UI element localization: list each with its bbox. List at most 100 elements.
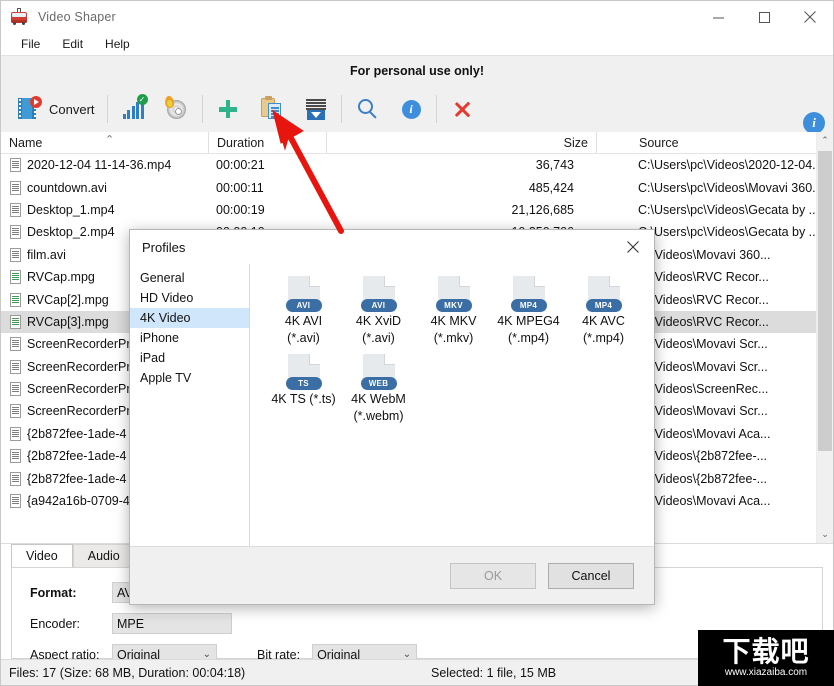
profiles-dialog-titlebar: Profiles [130,230,654,264]
column-header-source[interactable]: Source [596,132,816,154]
status-selected: Selected: 1 file, 15 MB [431,665,557,680]
profile-item[interactable]: MP4 4K MPEG4 (*.mp4) [491,276,566,346]
profiles-dialog: Profiles General HD Video 4K Video iPhone iP… [129,229,655,605]
file-name-label: ScreenRecorderPr [27,404,131,419]
profile-name: 4K XviD [355,314,402,328]
profile-file-icon: TS [266,354,341,390]
video-file-icon [10,359,21,374]
red-x-icon [449,96,475,122]
equalizer-bars-icon: ✓ [120,94,148,122]
cell-duration: 00:00:19 [216,202,265,217]
file-name-label: film.avi [27,247,66,262]
scroll-down-arrow-icon[interactable]: ⌄ [817,526,833,543]
paste-clipboard-button[interactable] [250,90,294,128]
video-file-icon [10,202,21,217]
profiles-dialog-body: General HD Video 4K Video iPhone iPad Apple T… [130,264,654,546]
profile-name: 4K WebM [351,392,406,406]
column-header-size[interactable]: Size [326,132,596,154]
convert-button[interactable]: Convert [7,90,104,128]
profile-item[interactable]: AVI 4K AVI (*.avi) [266,276,341,346]
table-row[interactable]: Desktop_1.mp4 00:00:19 21,126,685 C:\Users\… [1,199,816,221]
file-name-label: RVCap[3].mpg [27,314,109,329]
info-badge-icon[interactable]: i [803,112,825,134]
video-file-icon [10,449,21,464]
lines-dropdown-icon [303,96,329,122]
window-title: Video Shaper [38,10,116,24]
profile-name: 4K MKV [430,314,477,328]
burn-disc-button[interactable] [155,90,199,128]
remove-button[interactable] [440,90,484,128]
profile-item[interactable]: TS 4K TS (*.ts) [266,354,341,424]
column-header-name-label: Name [9,135,43,150]
table-row[interactable]: 2020-12-04 11-14-36.mp4 00:00:21 36,743 C:\… [1,154,816,176]
profile-category-general[interactable]: General [130,268,249,288]
profile-category-ipad[interactable]: iPad [130,348,249,368]
profile-category-4k-video[interactable]: 4K Video [130,308,249,328]
tab-video[interactable]: Video [11,544,73,567]
info-icon: i [398,96,424,122]
profile-extension: (*.mp4) [508,331,549,345]
profile-category-iphone[interactable]: iPhone [130,328,249,348]
file-name-label: 2020-12-04 11-14-36.mp4 [27,158,172,173]
file-name-label: {2b872fee-1ade-4 [27,471,127,486]
toolbar-separator [340,95,342,123]
profile-item[interactable]: MKV 4K MKV (*.mkv) [416,276,491,346]
profile-item[interactable]: WEB 4K WebM (*.webm) [341,354,416,424]
cell-name: Desktop_1.mp4 [1,202,208,217]
menu-item-edit[interactable]: Edit [52,35,93,53]
file-name-label: {2b872fee-1ade-4 [27,426,127,441]
video-file-icon [10,247,21,262]
menu-item-file[interactable]: File [11,35,50,53]
video-file-icon [10,404,21,419]
list-scrollbar[interactable]: ⌃ ⌄ [816,132,833,543]
cell-source: C:\Users\pc\Videos\2020-12-04... [638,158,816,173]
video-file-icon [10,314,21,329]
profiles-dialog-footer: OK Cancel [130,546,654,604]
profiles-close-icon[interactable] [612,230,654,264]
file-name-label: ScreenRecorderPr [27,382,131,397]
profile-category-apple-tv[interactable]: Apple TV [130,368,249,388]
tab-audio[interactable]: Audio [72,544,135,567]
maximize-button[interactable] [741,1,787,33]
scroll-up-arrow-icon[interactable]: ⌃ [817,132,833,149]
profile-grid: AVI 4K AVI (*.avi) AVI 4K XviD (*.avi) MKV 4K M… [250,264,654,546]
encode-settings-button[interactable]: ✓ [111,90,155,128]
table-row[interactable]: countdown.avi 00:00:11 485,424 C:\Users\pc\… [1,176,816,198]
column-header-name[interactable]: Name ⌃ [1,132,208,154]
ok-button[interactable]: OK [450,562,536,589]
profile-format-badge: TS [285,377,322,390]
profile-extension: (*.mp4) [583,331,624,345]
cancel-button[interactable]: Cancel [548,562,634,589]
video-file-icon [10,494,21,509]
info-button[interactable]: i [389,90,433,128]
video-file-icon [10,180,21,195]
profile-item[interactable]: MP4 4K AVC (*.mp4) [566,276,641,346]
profile-category-hd-video[interactable]: HD Video [130,288,249,308]
main-toolbar: Convert ✓ i [1,86,833,132]
video-file-icon [10,382,21,397]
file-name-label: Desktop_1.mp4 [27,202,115,217]
encoder-select[interactable]: MPE [112,613,232,634]
video-file-icon [10,426,21,441]
scrollbar-thumb[interactable] [818,151,832,451]
cell-size: 36,743 [535,158,574,173]
toolbar-separator [106,95,108,123]
cell-size: 21,126,685 [511,202,574,217]
profile-name: 4K AVI [284,314,323,328]
minimize-button[interactable] [695,1,741,33]
profile-item[interactable]: AVI 4K XviD (*.avi) [341,276,416,346]
close-button[interactable] [787,1,833,33]
file-name-label: countdown.avi [27,180,107,195]
select-profile-button[interactable] [294,90,338,128]
profile-extension: (*.avi) [362,331,395,345]
add-file-button[interactable] [206,90,250,128]
profile-format-badge: MP4 [585,299,622,312]
watermark-url: www.xiazaiba.com [724,667,808,678]
search-button[interactable] [345,90,389,128]
menu-item-help[interactable]: Help [95,35,140,53]
file-name-label: ScreenRecorderPr [27,337,131,352]
column-header-duration[interactable]: Duration [208,132,326,154]
clipboard-paste-icon [259,96,285,122]
profile-category-list: General HD Video 4K Video iPhone iPad Apple T… [130,264,250,546]
list-header: Name ⌃ Duration Size Source [1,132,816,154]
